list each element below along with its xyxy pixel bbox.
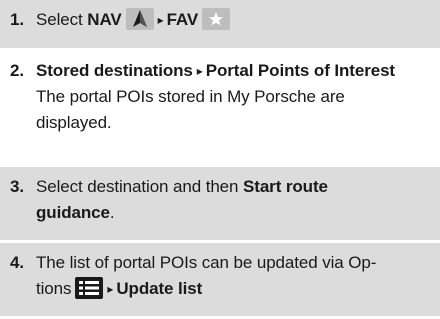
step-2: 2. Stored destinations ▸ Portal Points of I… xyxy=(0,51,440,167)
step-number: 1. xyxy=(10,10,24,29)
period: . xyxy=(109,203,115,222)
step-text: The list of portal POIs can be updated v… xyxy=(36,253,377,272)
nav-label: NAV xyxy=(87,10,122,29)
arrow-icon: ▸ xyxy=(107,282,114,296)
step-text: Select xyxy=(36,10,83,29)
fav-label: FAV xyxy=(166,10,199,29)
step-description-cont: displayed. xyxy=(36,113,112,132)
update-list-label: Update list xyxy=(116,279,203,298)
step-number: 3. xyxy=(10,177,24,196)
instruction-steps: 1. Select NAV ▸ FAV 2. Stored destinations ▸ P… xyxy=(0,0,440,319)
step-text: Select destination and then xyxy=(36,177,239,196)
arrow-icon: ▸ xyxy=(157,13,164,27)
step-3: 3. Select destination and then Start rout… xyxy=(0,167,440,243)
options-list-icon xyxy=(75,277,104,299)
stored-destinations-label: Stored destinations xyxy=(36,61,193,80)
step-number: 2. xyxy=(10,61,24,80)
arrow-icon: ▸ xyxy=(196,64,203,78)
step-4: 4. The list of portal POIs can be updated… xyxy=(0,243,440,319)
step-description: The portal POIs stored in My Porsche are xyxy=(36,87,345,106)
step-1: 1. Select NAV ▸ FAV xyxy=(0,0,440,51)
star-icon xyxy=(202,8,231,30)
step-text-cont: tions xyxy=(36,279,72,298)
guidance-label: guidance xyxy=(36,203,110,222)
navigation-arrow-icon xyxy=(125,8,154,30)
start-route-label: Start route xyxy=(243,177,328,196)
step-number: 4. xyxy=(10,253,24,272)
portal-poi-label: Portal Points of Interest xyxy=(205,61,395,80)
